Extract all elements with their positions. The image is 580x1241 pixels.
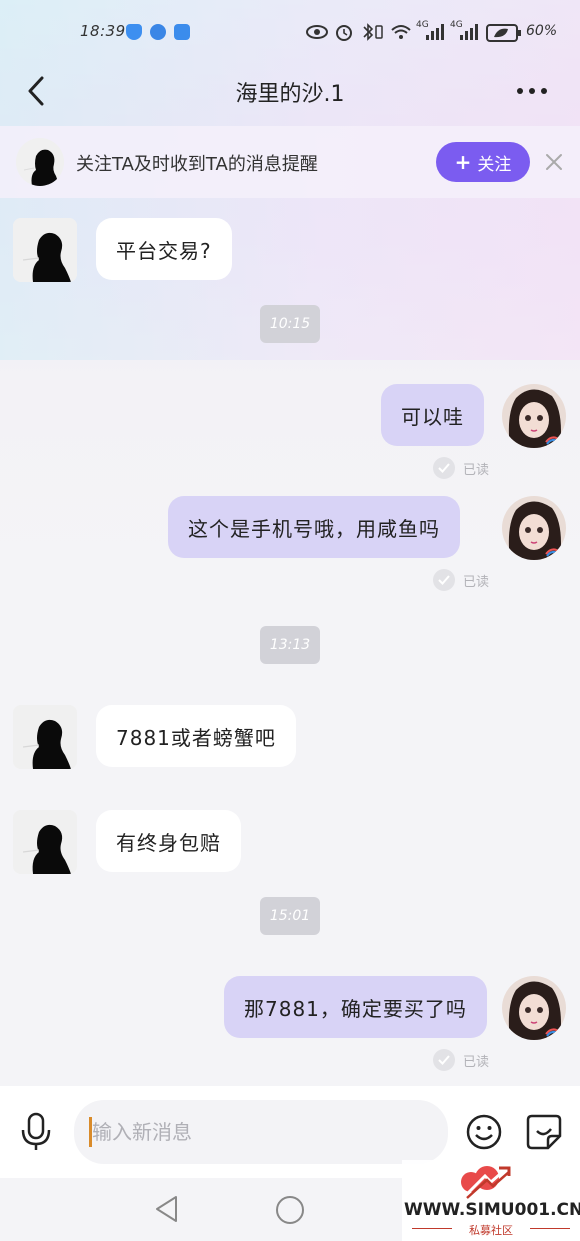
wifi-icon [391,25,411,39]
bluetooth-icon [363,23,383,41]
message-text: 可以哇 [401,404,464,429]
chat-header: 海里的沙.1 [0,62,580,122]
watermark-label: 私募社区 [469,1224,513,1237]
alarm-icon [336,25,352,41]
check-icon [433,457,455,479]
globe-icon [150,24,166,40]
message-bubble-incoming[interactable]: 有终身包赔 [96,810,241,872]
follow-button-label: 关注 [477,154,512,175]
message-input[interactable] [74,1100,448,1164]
battery-icon [486,24,521,42]
self-avatar[interactable] [502,384,566,448]
message-text: 平台交易? [116,238,212,263]
nav-back-icon[interactable] [152,1194,182,1224]
text-cursor [89,1117,92,1147]
read-receipt: 已读 [433,457,489,479]
self-avatar[interactable] [502,976,566,1040]
cloud-icon [174,24,190,40]
timestamp-text: 13:13 [269,637,311,653]
follow-hint-text: 关注TA及时收到TA的消息提醒 [76,154,318,175]
signal-icon [426,24,444,40]
timestamp-divider: 10:15 [260,305,320,343]
divider [530,1228,570,1229]
more-button[interactable] [512,76,552,106]
message-text: 这个是手机号哦，用咸鱼吗 [188,516,440,541]
message-bubble-outgoing[interactable]: 这个是手机号哦，用咸鱼吗 [168,496,460,558]
message-bubble-outgoing[interactable]: 可以哇 [381,384,484,446]
contact-avatar[interactable] [13,705,77,769]
page-title: 海里的沙.1 [235,82,345,107]
timestamp-text: 15:01 [269,908,311,924]
read-receipt-text: 已读 [463,1054,490,1070]
check-icon [433,569,455,591]
contact-avatar[interactable] [13,218,77,282]
status-time: 18:39 [80,22,126,40]
self-avatar[interactable] [502,496,566,560]
message-text: 7881或者螃蟹吧 [116,725,276,750]
avatar[interactable] [16,138,64,186]
signal-icon [460,24,478,40]
timestamp-divider: 15:01 [260,897,320,935]
read-receipt: 已读 [433,569,489,591]
message-bubble-incoming[interactable]: 平台交易? [96,218,232,280]
check-icon [433,1049,455,1071]
watermark-logo [461,1166,511,1199]
message-bubble-outgoing[interactable]: 那7881，确定要买了吗 [224,976,487,1038]
close-icon[interactable] [542,150,566,174]
eye-icon [306,25,328,39]
read-receipt-text: 已读 [463,462,490,478]
shield-icon [126,24,142,40]
nav-home-icon[interactable] [276,1196,304,1224]
contact-avatar[interactable] [13,810,77,874]
timestamp-text: 10:15 [269,316,311,332]
sticker-icon[interactable] [526,1114,562,1150]
read-receipt: 已读 [433,1049,489,1071]
emoji-icon[interactable] [466,1114,502,1150]
status-bar: 18:39 4G 4G 60% [0,0,580,62]
timestamp-divider: 13:13 [260,626,320,664]
read-receipt-text: 已读 [463,574,490,590]
battery-percent: 60% [526,23,558,39]
message-text: 那7881，确定要买了吗 [244,996,467,1021]
message-bubble-incoming[interactable]: 7881或者螃蟹吧 [96,705,296,767]
message-text: 有终身包赔 [116,830,221,855]
microphone-icon[interactable] [18,1112,54,1152]
follow-button[interactable]: + 关注 [436,142,530,182]
plus-icon: + [454,150,472,174]
watermark: WWW.SIMU001.CN 私募社区 [402,1160,580,1241]
watermark-url: WWW.SIMU001.CN [404,1200,580,1220]
